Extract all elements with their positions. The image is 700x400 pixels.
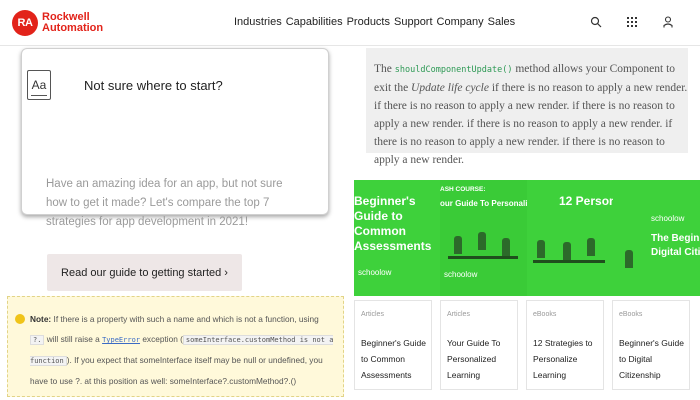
note-box: Note: If there is a property with such a… — [7, 296, 344, 397]
person-figure — [502, 238, 510, 256]
main-nav: Industries Capabilities Products Support… — [234, 16, 515, 28]
nav-products[interactable]: Products — [347, 16, 390, 28]
person-figure — [537, 240, 545, 258]
article-category: Articles — [447, 311, 470, 318]
top-header: RA Rockwell Automation Industries Capabi… — [0, 0, 700, 46]
card-description: Have an amazing idea for an app, but not… — [46, 178, 283, 228]
article-card[interactable]: Articles Your Guide To Personalized Lear… — [440, 300, 518, 390]
article-category: eBooks — [619, 311, 643, 318]
article-title: Beginner's Guide to Digital Citizenship — [619, 338, 684, 380]
banner-personalized-learning[interactable]: ASH COURSE: our Guide To Personalized Le… — [440, 180, 527, 296]
note-text-3: exception ( — [140, 334, 183, 344]
desk — [533, 260, 605, 263]
note-text-2: will still raise a — [44, 334, 103, 344]
note-text-4: ). If you expect that someInterface itse… — [30, 355, 323, 386]
note-code-1: ?. — [30, 335, 45, 345]
banner-strip: Beginner's Guide to Common Assessments s… — [354, 180, 700, 296]
note-text-1: If there is a property with such a name … — [51, 314, 319, 324]
banner-digital-citizenship[interactable]: schoolow The Beginner's to Digital Citiz… — [613, 180, 700, 296]
doc-text-1: The — [374, 63, 395, 75]
banner-title: our Guide To Personalized Le — [440, 199, 527, 208]
logo-line-2: Automation — [42, 22, 104, 34]
person-figure — [563, 242, 571, 260]
user-icon[interactable] — [660, 14, 676, 30]
article-title: Beginner's Guide to Common Assessments — [361, 338, 426, 380]
read-guide-button[interactable]: Read our guide to getting started › — [47, 254, 242, 291]
banner-title: The Beginner's to Digital Citizen — [651, 233, 700, 258]
banner-title: Beginner's Guide to Common Assessments — [354, 194, 432, 253]
banner-kicker: ASH COURSE: — [440, 186, 486, 193]
article-title: 12 Strategies to Personalize Learning — [533, 338, 593, 380]
typeerror-link[interactable]: TypeError — [102, 336, 140, 344]
doc-emphasis: Update life cycle — [411, 82, 489, 94]
logo-wordmark: Rockwell Automation — [42, 12, 103, 34]
article-card[interactable]: eBooks 12 Strategies to Personalize Lear… — [526, 300, 604, 390]
banner-brand: schoolow — [651, 214, 685, 223]
rockwell-logo[interactable]: RA Rockwell Automation — [12, 10, 103, 36]
book-icon: Aa — [27, 70, 51, 100]
banner-common-assessments[interactable]: Beginner's Guide to Common Assessments s… — [354, 180, 440, 296]
nav-support[interactable]: Support — [394, 16, 433, 28]
banner-brand: schoolow — [444, 270, 478, 279]
grid-icon[interactable] — [624, 14, 640, 30]
banner-title: 12 Personaliz Learning Stra — [559, 194, 613, 208]
article-category: eBooks — [533, 311, 557, 318]
nav-industries[interactable]: Industries — [234, 16, 282, 28]
nav-company[interactable]: Company — [437, 16, 484, 28]
banner-12-strategies[interactable]: 12 Personaliz Learning Stra — [527, 180, 613, 296]
person-figure — [625, 250, 633, 268]
search-icon[interactable] — [588, 14, 604, 30]
note-label: Note: — [30, 314, 52, 324]
doc-code: shouldComponentUpdate() — [394, 65, 513, 75]
nav-capabilities[interactable]: Capabilities — [286, 16, 343, 28]
person-figure — [478, 232, 486, 250]
lightbulb-icon — [15, 314, 25, 324]
person-figure — [454, 236, 462, 254]
doc-paragraph: The shouldComponentUpdate() method allow… — [374, 60, 692, 169]
article-card[interactable]: eBooks Beginner's Guide to Digital Citiz… — [612, 300, 690, 390]
article-card[interactable]: Articles Beginner's Guide to Common Asse… — [354, 300, 432, 390]
card-title: Not sure where to start? — [84, 78, 223, 93]
person-figure — [587, 238, 595, 256]
article-title: Your Guide To Personalized Learning — [447, 338, 501, 380]
banner-brand: schoolow — [358, 268, 392, 277]
desk — [448, 256, 518, 259]
header-icons — [588, 14, 676, 30]
article-category: Articles — [361, 311, 384, 318]
logo-mark: RA — [12, 10, 38, 36]
doc-text-3: if there is no reason to apply a new ren… — [374, 82, 688, 166]
nav-sales[interactable]: Sales — [488, 16, 516, 28]
